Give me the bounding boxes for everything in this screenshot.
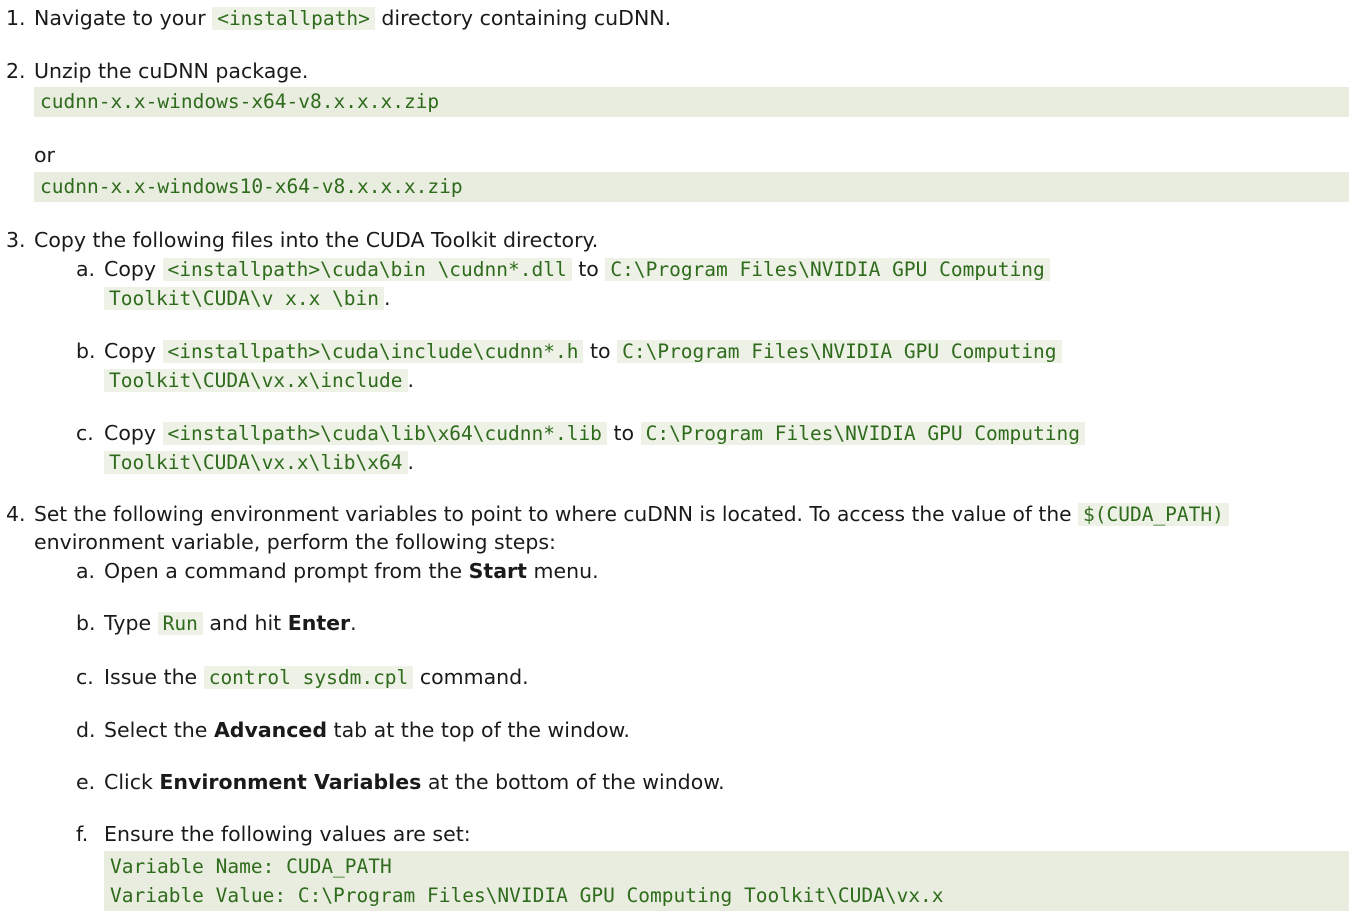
step-text: Navigate to your <installpath> directory…: [34, 6, 672, 30]
substep-letter: b.: [76, 339, 96, 363]
substep-text: Open a command prompt from the Start men…: [104, 559, 599, 583]
code-line: Variable Value: C:\Program Files\NVIDIA …: [110, 884, 944, 907]
substep-text: Ensure the following values are set:: [104, 822, 471, 846]
source-path: <installpath>\cuda\include\cudnn*.h: [162, 340, 584, 363]
step-text: Set the following environment variables …: [34, 502, 1229, 526]
substep-letter: e.: [76, 770, 96, 794]
substep-letter: a.: [76, 559, 96, 583]
substep-letter: b.: [76, 611, 96, 635]
step-text: Unzip the cuDNN package.: [34, 59, 309, 83]
step-number: 2.: [6, 59, 26, 83]
step-number: 4.: [6, 502, 26, 526]
substep-letter: c.: [76, 665, 94, 689]
destination-path: Toolkit\CUDA\v x.x \bin: [104, 287, 385, 310]
code-block: cudnn-x.x-windows-x64-v8.x.x.x.zip: [34, 87, 1349, 117]
or-text: or: [34, 143, 55, 167]
step-text-cont: environment variable, perform the follow…: [34, 530, 556, 554]
substep-text: Click Environment Variables at the botto…: [104, 770, 725, 794]
substep-text: Select the Advanced tab at the top of th…: [104, 718, 630, 742]
destination-path: Toolkit\CUDA\vx.x\include: [104, 369, 408, 392]
step-number: 1.: [6, 6, 26, 30]
substep-text: Copy <installpath>\cuda\bin \cudnn*.dll …: [104, 257, 1050, 281]
destination-path: C:\Program Files\NVIDIA GPU Computing: [640, 422, 1085, 445]
inline-code: Run: [157, 612, 203, 635]
substep-letter: f.: [76, 822, 89, 846]
destination-path: C:\Program Files\NVIDIA GPU Computing: [617, 340, 1062, 363]
substep-letter: c.: [76, 421, 94, 445]
source-path: <installpath>\cuda\lib\x64\cudnn*.lib: [162, 422, 607, 445]
inline-code: $(CUDA_PATH): [1078, 503, 1229, 526]
destination-path: C:\Program Files\NVIDIA GPU Computing: [605, 258, 1050, 281]
substep-text: Issue the control sysdm.cpl command.: [104, 665, 529, 689]
code-block: Variable Name: CUDA_PATH Variable Value: …: [104, 851, 1349, 911]
substep-text-cont: Toolkit\CUDA\vx.x\include.: [104, 368, 414, 392]
substep-text: Copy <installpath>\cuda\include\cudnn*.h…: [104, 339, 1062, 363]
inline-code: <installpath>: [212, 7, 375, 30]
substep-letter: a.: [76, 257, 96, 281]
inline-code: control sysdm.cpl: [203, 666, 414, 689]
substep-text-cont: Toolkit\CUDA\v x.x \bin.: [104, 286, 391, 310]
source-path: <installpath>\cuda\bin \cudnn*.dll: [162, 258, 572, 281]
step-text: Copy the following files into the CUDA T…: [34, 228, 599, 252]
destination-path: Toolkit\CUDA\vx.x\lib\x64: [104, 451, 408, 474]
substep-text-cont: Toolkit\CUDA\vx.x\lib\x64.: [104, 450, 414, 474]
substep-text: Copy <installpath>\cuda\lib\x64\cudnn*.l…: [104, 421, 1085, 445]
substep-letter: d.: [76, 718, 96, 742]
code-block: cudnn-x.x-windows10-x64-v8.x.x.x.zip: [34, 172, 1349, 202]
step-number: 3.: [6, 228, 26, 252]
substep-text: Type Run and hit Enter.: [104, 611, 357, 635]
code-line: Variable Name: CUDA_PATH: [110, 855, 392, 878]
